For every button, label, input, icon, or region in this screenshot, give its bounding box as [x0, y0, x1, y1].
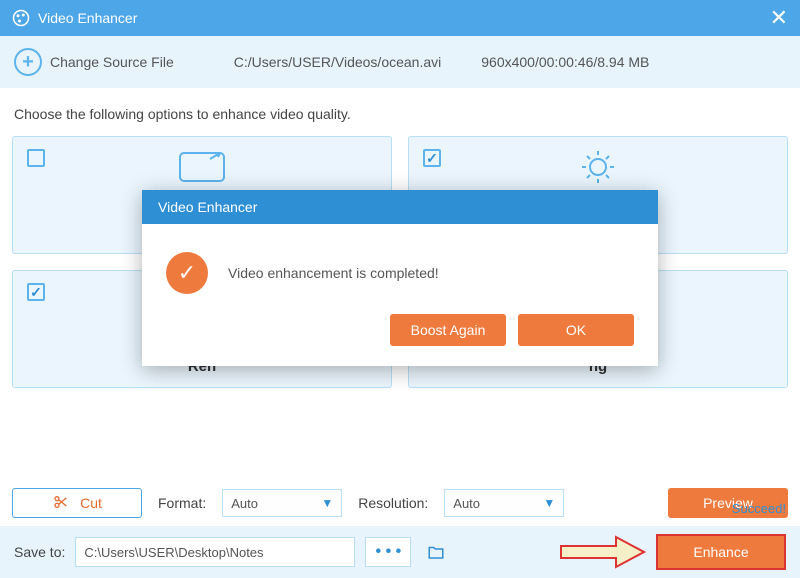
checkbox-contrast[interactable] [423, 149, 441, 167]
save-to-label: Save to: [14, 544, 65, 560]
format-label: Format: [158, 495, 206, 511]
source-filepath: C:/Users/USER/Videos/ocean.avi [234, 54, 442, 70]
instruction-text: Choose the following options to enhance … [0, 88, 800, 136]
succeed-text: Succeed! [732, 501, 786, 516]
boost-again-label: Boost Again [411, 322, 486, 338]
check-icon: ✓ [166, 252, 208, 294]
modal-message: Video enhancement is completed! [228, 265, 439, 281]
more-button[interactable]: • • • [365, 537, 411, 567]
annotation-arrow [556, 534, 646, 570]
modal-title: Video Enhancer [142, 190, 658, 224]
checkbox-remove[interactable] [27, 283, 45, 301]
save-path-value: C:\Users\USER\Desktop\Notes [84, 545, 263, 560]
checkbox-upscale[interactable] [27, 149, 45, 167]
brightness-icon [570, 147, 626, 192]
format-value: Auto [231, 496, 258, 511]
app-icon [12, 9, 30, 27]
format-select[interactable]: Auto ▼ [222, 489, 342, 517]
completion-modal: Video Enhancer ✓ Video enhancement is co… [142, 190, 658, 366]
resolution-select[interactable]: Auto ▼ [444, 489, 564, 517]
enhance-label: Enhance [693, 544, 748, 560]
scissors-icon [52, 494, 70, 513]
source-bar: + Change Source File C:/Users/USER/Video… [0, 36, 800, 88]
chevron-down-icon: ▼ [543, 496, 555, 510]
resolution-label: Resolution: [358, 495, 428, 511]
change-source-label: Change Source File [50, 54, 174, 70]
open-folder-button[interactable] [421, 537, 451, 567]
ok-label: OK [566, 322, 586, 338]
cut-label: Cut [80, 495, 102, 511]
more-dots: • • • [376, 543, 402, 561]
enhance-button[interactable]: Enhance [656, 534, 786, 570]
plus-icon: + [14, 48, 42, 76]
source-fileinfo: 960x400/00:00:46/8.94 MB [481, 54, 649, 70]
save-bar: Save to: C:\Users\USER\Desktop\Notes • •… [0, 526, 800, 578]
titlebar: Video Enhancer ✕ [0, 0, 800, 36]
modal-body: ✓ Video enhancement is completed! [142, 224, 658, 314]
ok-button[interactable]: OK [518, 314, 634, 346]
chevron-down-icon: ▼ [321, 496, 333, 510]
save-path-input[interactable]: C:\Users\USER\Desktop\Notes [75, 537, 355, 567]
resolution-value: Auto [453, 496, 480, 511]
controls-row: Cut Format: Auto ▼ Resolution: Auto ▼ Pr… [0, 488, 800, 518]
boost-again-button[interactable]: Boost Again [390, 314, 506, 346]
title-text: Video Enhancer [38, 10, 137, 26]
close-icon[interactable]: ✕ [770, 5, 788, 31]
folder-icon [425, 543, 447, 561]
modal-buttons: Boost Again OK [142, 314, 658, 366]
cut-button[interactable]: Cut [12, 488, 142, 518]
upscale-icon [174, 147, 230, 192]
change-source-button[interactable]: + Change Source File [14, 48, 174, 76]
